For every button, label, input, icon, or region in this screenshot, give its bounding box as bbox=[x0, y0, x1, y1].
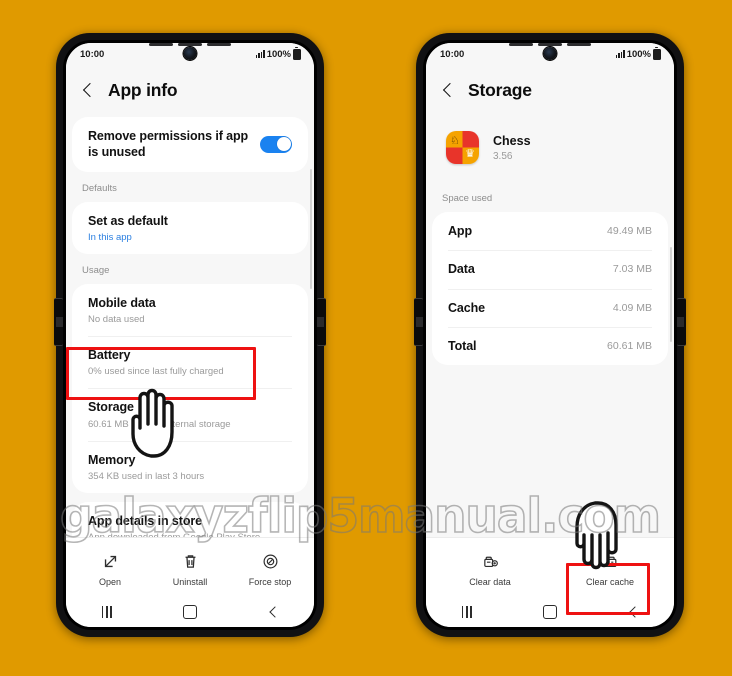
uninstall-button-label: Uninstall bbox=[172, 577, 208, 587]
app-name: Chess bbox=[493, 133, 531, 148]
row-battery-sub: 0% used since last fully charged bbox=[88, 366, 224, 378]
row-space-total: Total 60.61 MB bbox=[432, 326, 668, 365]
battery-icon bbox=[293, 46, 301, 60]
home-icon[interactable] bbox=[543, 605, 558, 619]
right-phone-hinge-right bbox=[677, 298, 686, 346]
row-space-cache-label: Cache bbox=[448, 300, 486, 315]
row-set-as-default-sub: In this app bbox=[88, 231, 132, 243]
scrollbar-left[interactable] bbox=[309, 169, 312, 289]
row-battery[interactable]: Battery 0% used since last fully charged bbox=[72, 336, 308, 388]
open-external-icon bbox=[102, 553, 119, 570]
phone-device-right: 10:00 100% Storage ♘ ♛ Chess 3.56 Space … bbox=[414, 33, 686, 637]
chess-piece-glyph-dark: ♘ bbox=[450, 135, 460, 147]
signal-bars-icon bbox=[255, 50, 265, 58]
section-header-space-used: Space used bbox=[442, 193, 493, 204]
system-navbar-right bbox=[426, 597, 674, 627]
row-mobile-data-label: Mobile data bbox=[88, 295, 156, 310]
battery-percent-left: 100% bbox=[266, 48, 291, 60]
row-set-as-default[interactable]: Set as default In this app bbox=[72, 202, 308, 254]
storage-header: Storage bbox=[426, 65, 674, 117]
scrollbar-right[interactable] bbox=[669, 247, 672, 342]
open-button-label: Open bbox=[98, 577, 122, 587]
chess-app-icon: ♘ ♛ bbox=[446, 131, 479, 164]
remove-permissions-toggle[interactable] bbox=[260, 135, 292, 153]
row-space-cache-value: 4.09 MB bbox=[612, 301, 652, 314]
left-phone-hinge-right bbox=[317, 298, 326, 346]
space-used-card: App 49.49 MB Data 7.03 MB Cache 4.09 MB bbox=[432, 212, 668, 365]
row-space-total-value: 60.61 MB bbox=[607, 339, 652, 352]
row-remove-permissions[interactable]: Remove permissions if app is unused bbox=[72, 117, 308, 172]
clear-data-icon bbox=[482, 553, 499, 570]
status-icons-left: 100% bbox=[255, 46, 301, 60]
chess-piece-glyph-light: ♛ bbox=[465, 148, 475, 160]
row-app-details-in-store[interactable]: App details in store App downloaded from… bbox=[72, 502, 308, 537]
row-mobile-data-sub: No data used bbox=[88, 314, 145, 325]
force-stop-button[interactable]: Force stop bbox=[230, 550, 309, 589]
signal-bars-icon bbox=[615, 50, 625, 58]
force-stop-icon bbox=[262, 553, 279, 570]
status-bar-left: 10:00 100% bbox=[66, 43, 314, 65]
earpiece-grille-right bbox=[507, 43, 593, 46]
pointing-hand-up-cursor bbox=[121, 386, 195, 463]
row-space-app-label: App bbox=[448, 224, 472, 238]
left-phone-screen: 10:00 100% App info Remove permissions i… bbox=[66, 43, 314, 627]
screenshot-stage: 10:00 100% App info Remove permissions i… bbox=[0, 0, 732, 676]
clear-cache-button-label: Clear cache bbox=[585, 577, 635, 587]
app-info-header: App info bbox=[66, 65, 314, 117]
status-icons-right: 100% bbox=[615, 46, 661, 60]
left-phone-hinge-left bbox=[54, 298, 63, 346]
earpiece-grille-left bbox=[147, 43, 233, 46]
row-memory-sub: 354 KB used in last 3 hours bbox=[88, 470, 205, 482]
force-stop-button-label: Force stop bbox=[248, 577, 292, 587]
system-navbar-left bbox=[66, 597, 314, 627]
section-header-defaults: Defaults bbox=[82, 182, 117, 194]
row-battery-label: Battery bbox=[88, 348, 131, 362]
row-space-data-label: Data bbox=[448, 262, 475, 277]
section-header-usage: Usage bbox=[82, 264, 110, 276]
battery-percent-right: 100% bbox=[626, 48, 651, 60]
pointing-hand-down-cursor bbox=[564, 495, 640, 578]
trash-icon bbox=[182, 553, 199, 570]
row-space-app-value: 49.49 MB bbox=[607, 225, 652, 238]
app-info-action-bar: Open Uninstall Force stop bbox=[66, 537, 314, 597]
app-summary: ♘ ♛ Chess 3.56 bbox=[426, 117, 674, 182]
left-phone-bezel: 10:00 100% App info Remove permissions i… bbox=[63, 40, 317, 630]
status-bar-right: 10:00 100% bbox=[426, 43, 674, 65]
status-time-left: 10:00 bbox=[80, 48, 105, 60]
row-remove-permissions-label: Remove permissions if app is unused bbox=[88, 129, 249, 160]
recents-icon[interactable] bbox=[101, 606, 112, 618]
home-icon[interactable] bbox=[183, 605, 198, 619]
row-set-as-default-label: Set as default bbox=[88, 213, 168, 228]
phone-device-left: 10:00 100% App info Remove permissions i… bbox=[54, 33, 326, 637]
front-camera-punch-hole-right bbox=[543, 47, 557, 60]
row-space-total-label: Total bbox=[448, 338, 477, 353]
row-space-data: Data 7.03 MB bbox=[432, 250, 668, 288]
app-info-content: Remove permissions if app is unused Defa… bbox=[66, 117, 314, 537]
row-space-cache: Cache 4.09 MB bbox=[432, 288, 668, 327]
front-camera-punch-hole-left bbox=[183, 47, 197, 60]
row-space-app: App 49.49 MB bbox=[432, 212, 668, 250]
row-space-data-value: 7.03 MB bbox=[612, 263, 652, 276]
back-chevron-icon[interactable] bbox=[443, 82, 454, 100]
open-button[interactable]: Open bbox=[70, 550, 149, 589]
status-time-right: 10:00 bbox=[440, 48, 465, 60]
app-version: 3.56 bbox=[493, 150, 513, 162]
store-card: App details in store App downloaded from… bbox=[72, 501, 308, 537]
row-mobile-data[interactable]: Mobile data No data used bbox=[72, 284, 308, 336]
clear-data-button-label: Clear data bbox=[469, 577, 511, 587]
page-title: Storage bbox=[468, 80, 532, 100]
storage-content: ♘ ♛ Chess 3.56 Space used App 49.49 MB D… bbox=[426, 117, 674, 537]
row-app-details-label: App details in store bbox=[88, 513, 202, 528]
uninstall-button[interactable]: Uninstall bbox=[150, 550, 229, 589]
permissions-card: Remove permissions if app is unused bbox=[72, 117, 308, 172]
battery-icon bbox=[653, 46, 661, 60]
back-chevron-icon[interactable] bbox=[83, 82, 94, 100]
defaults-card: Set as default In this app bbox=[72, 201, 308, 254]
back-icon[interactable] bbox=[628, 607, 638, 617]
recents-icon[interactable] bbox=[461, 606, 472, 618]
right-phone-hinge-left bbox=[414, 298, 423, 346]
back-icon[interactable] bbox=[268, 607, 278, 617]
clear-data-button[interactable]: Clear data bbox=[450, 550, 529, 589]
page-title: App info bbox=[108, 80, 178, 100]
